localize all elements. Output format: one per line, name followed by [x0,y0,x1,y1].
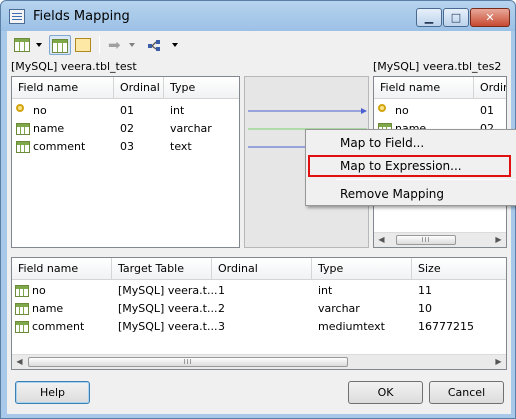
select-mode-icon [52,39,68,53]
mapping-arrowhead [361,108,367,114]
target-col-field-name[interactable]: Field name [374,77,474,99]
source-fields-list[interactable]: Field name Ordinal Type no 01 int name 0… [11,76,240,248]
source-field-ordinal: 03 [120,140,134,153]
scroll-left-icon[interactable]: ◀ [12,355,27,369]
mapping-type: mediumtext [318,320,385,333]
auto-map-button[interactable] [145,35,179,55]
map-col-type[interactable]: Type [312,258,412,280]
mapping-target-table: [MySQL] veera.t... [118,284,218,297]
target-col-ordinal[interactable]: Ordina [474,77,506,99]
source-col-field-name[interactable]: Field name [12,77,114,99]
mapping-size: 16777215 [418,320,474,333]
target-row-no[interactable]: no 01 [374,102,506,120]
field-icon [16,123,30,135]
menu-item-remove-mapping[interactable]: Remove Mapping [308,183,516,205]
mapping-horizontal-scrollbar[interactable]: ◀ III ▶ [12,354,506,369]
maximize-button[interactable]: □ [443,8,469,27]
copy-button[interactable] [73,35,93,55]
field-icon [16,141,30,153]
source-field-name: name [33,122,65,135]
map-col-size[interactable]: Size [412,258,506,280]
copy-icon [75,38,91,52]
mapping-type: varchar [318,302,360,315]
map-col-ordinal[interactable]: Ordinal [212,258,312,280]
scroll-right-icon[interactable]: ▶ [491,355,506,369]
field-icon [15,285,29,297]
grid-view-icon [14,38,30,52]
source-field-type: varchar [170,122,212,135]
source-field-name: no [33,104,47,117]
cancel-button[interactable]: Cancel [429,381,504,404]
source-field-name: comment [33,140,86,153]
fields-mapping-icon [9,9,25,24]
select-mode-button[interactable] [49,35,71,55]
scroll-right-icon[interactable]: ▶ [491,233,506,247]
mapping-row[interactable]: no [MySQL] veera.t... 1 int 11 [12,282,506,300]
mapping-row[interactable]: comment [MySQL] veera.t... 3 mediumtext … [12,318,506,336]
arrow-right-icon: ➡ [108,36,121,54]
ok-button[interactable]: OK [348,381,423,404]
target-field-ordinal: 01 [480,104,494,117]
source-col-ordinal[interactable]: Ordinal [114,77,164,99]
mapping-size: 11 [418,284,432,297]
toolbar-separator [99,36,100,54]
menu-separator [336,179,516,180]
mapping-target-table: [MySQL] veera.t... [118,320,218,333]
mapping-size: 10 [418,302,432,315]
map-next-button[interactable]: ➡ [107,35,139,55]
mapping-ordinal: 1 [218,284,225,297]
mapping-row[interactable]: name [MySQL] veera.t... 2 varchar 10 [12,300,506,318]
source-field-type: text [170,140,192,153]
window-title: Fields Mapping [33,9,130,24]
source-row-comment[interactable]: comment 03 text [12,138,239,156]
field-icon [15,321,29,333]
mapping-ordinal: 2 [218,302,225,315]
chevron-down-icon [129,43,135,47]
scroll-thumb[interactable]: III [396,235,456,245]
mapping-ordinal: 3 [218,320,225,333]
minimize-button[interactable]: ▁ [416,8,442,27]
menu-item-map-to-field[interactable]: Map to Field... [308,132,516,154]
target-table-label: [MySQL] veera.tbl_tes2 [373,60,502,73]
toolbar: ➡ [7,31,511,59]
chevron-down-icon [36,43,42,47]
target-field-name: no [395,104,409,117]
field-icon [15,303,29,315]
dialog-body: ➡ [MySQL] veera.tbl_test [MySQL] veera.t… [7,31,516,414]
mapping-table[interactable]: Field name Target Table Ordinal Type Siz… [11,257,507,370]
scroll-thumb[interactable]: III [28,357,348,367]
help-button[interactable]: Help [15,381,90,404]
mapping-field-name: name [32,302,64,315]
map-col-field-name[interactable]: Field name [12,258,112,280]
target-horizontal-scrollbar[interactable]: ◀ III ▶ [374,232,506,247]
source-field-ordinal: 01 [120,104,134,117]
map-col-target-table[interactable]: Target Table [112,258,212,280]
key-field-icon [16,104,24,112]
fields-mapping-window: Fields Mapping ▁ □ ✕ ➡ [MySQL] veera.tbl… [0,0,516,419]
mapping-target-table: [MySQL] veera.t... [118,302,218,315]
source-field-ordinal: 02 [120,122,134,135]
mapping-field-name: comment [32,320,85,333]
highlight-box [308,155,511,177]
source-table-label: [MySQL] veera.tbl_test [11,60,137,73]
grid-view-button[interactable] [13,35,45,55]
key-field-icon [378,104,386,112]
scroll-left-icon[interactable]: ◀ [374,233,389,247]
auto-map-icon [147,38,163,52]
mapping-type: int [318,284,333,297]
source-row-name[interactable]: name 02 varchar [12,120,239,138]
title-bar[interactable]: Fields Mapping ▁ □ ✕ [1,1,515,31]
source-row-no[interactable]: no 01 int [12,102,239,120]
close-button[interactable]: ✕ [470,8,510,27]
source-field-type: int [170,104,185,117]
source-col-type[interactable]: Type [164,77,239,99]
mapping-field-name: no [32,284,46,297]
context-menu: Map to Field... Map to Expression... Rem… [305,129,516,206]
chevron-down-icon [172,43,178,47]
